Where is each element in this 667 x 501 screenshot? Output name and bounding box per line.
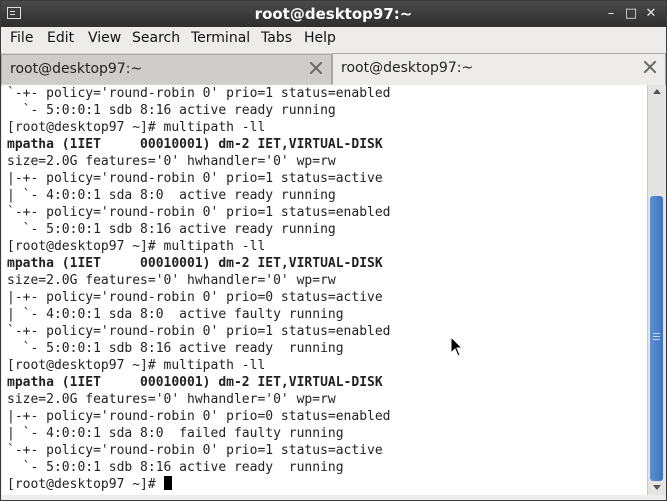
terminal-line: mpatha (1IET 00010001) dm-2 IET,VIRTUAL-…: [7, 375, 383, 390]
terminal-line: mpatha (1IET 00010001) dm-2 IET,VIRTUAL-…: [7, 256, 383, 271]
menu-file[interactable]: File: [10, 30, 33, 46]
terminal-line: size=2.0G features='0' hwhandler='0' wp=…: [7, 392, 336, 407]
scrollbar-thumb[interactable]: [650, 196, 663, 481]
terminal-line: `- 5:0:0:1 sdb 8:16 active ready running: [7, 460, 344, 475]
terminal-line: [root@desktop97 ~]# multipath -ll: [7, 120, 266, 135]
command-prompt: [root@desktop97 ~]#: [7, 477, 164, 492]
terminal-line: `- 5:0:0:1 sdb 8:16 active ready running: [7, 103, 336, 118]
menu-search[interactable]: Search: [132, 30, 180, 46]
terminal-line: size=2.0G features='0' hwhandler='0' wp=…: [7, 273, 336, 288]
menu-help[interactable]: Help: [304, 30, 336, 46]
terminal-line: `-+- policy='round-robin 0' prio=1 statu…: [7, 86, 391, 101]
minimize-icon[interactable]: –: [603, 6, 619, 22]
terminal-line: |-+- policy='round-robin 0' prio=0 statu…: [7, 290, 383, 305]
tab-terminal-1[interactable]: root@desktop97:~: [1, 54, 332, 84]
terminal-line: mpatha (1IET 00010001) dm-2 IET,VIRTUAL-…: [7, 137, 383, 152]
text-cursor: [163, 476, 172, 490]
terminal-line: | `- 4:0:0:1 sda 8:0 active faulty runni…: [7, 307, 344, 322]
menu-edit[interactable]: Edit: [47, 30, 74, 46]
title-bar[interactable]: root@desktop97:~ – □ ✕: [1, 1, 666, 27]
maximize-icon[interactable]: □: [623, 6, 639, 22]
vertical-scrollbar[interactable]: [647, 85, 666, 495]
mouse-pointer-icon: [450, 336, 464, 357]
menu-bar: File Edit View Search Terminal Tabs Help: [1, 27, 666, 51]
scroll-down-arrow-icon[interactable]: [648, 481, 666, 495]
terminal-line: size=2.0G features='0' hwhandler='0' wp=…: [7, 154, 336, 169]
terminal-line: | `- 4:0:0:1 sda 8:0 failed faulty runni…: [7, 426, 344, 441]
tab-bar: root@desktop97:~ root@desktop97:~: [1, 53, 666, 86]
tab-label: root@desktop97:~: [341, 60, 474, 76]
terminal-line: | `- 4:0:0:1 sda 8:0 active ready runnin…: [7, 188, 336, 203]
scroll-up-arrow-icon[interactable]: [648, 85, 666, 99]
command-prompt-line[interactable]: [root@desktop97 ~]#: [7, 476, 172, 493]
terminal-window: root@desktop97:~ – □ ✕ File Edit View Se…: [0, 0, 667, 501]
terminal-line: [root@desktop97 ~]# multipath -ll: [7, 358, 266, 373]
terminal-output[interactable]: `-+- policy='round-robin 0' prio=1 statu…: [2, 85, 647, 495]
tab-terminal-2[interactable]: root@desktop97:~: [332, 53, 666, 86]
menu-tabs[interactable]: Tabs: [261, 30, 292, 46]
tab-label: root@desktop97:~: [10, 61, 143, 77]
close-tab-icon[interactable]: [643, 60, 657, 74]
close-icon[interactable]: ✕: [643, 6, 659, 22]
terminal-line: `-+- policy='round-robin 0' prio=1 statu…: [7, 205, 391, 220]
terminal-line: `-+- policy='round-robin 0' prio=1 statu…: [7, 443, 383, 458]
terminal-line: `- 5:0:0:1 sdb 8:16 active ready running: [7, 222, 336, 237]
menu-terminal[interactable]: Terminal: [191, 30, 250, 46]
window-title: root@desktop97:~: [254, 5, 413, 23]
terminal-line: |-+- policy='round-robin 0' prio=1 statu…: [7, 171, 383, 186]
terminal-line: [root@desktop97 ~]# multipath -ll: [7, 239, 266, 254]
menu-view[interactable]: View: [88, 30, 121, 46]
terminal-line: `- 5:0:0:1 sdb 8:16 active ready running: [7, 341, 344, 356]
terminal-line: |-+- policy='round-robin 0' prio=0 statu…: [7, 409, 391, 424]
grip-icon: [653, 333, 660, 334]
terminal-line: `-+- policy='round-robin 0' prio=1 statu…: [7, 324, 391, 339]
close-tab-icon[interactable]: [309, 61, 323, 75]
